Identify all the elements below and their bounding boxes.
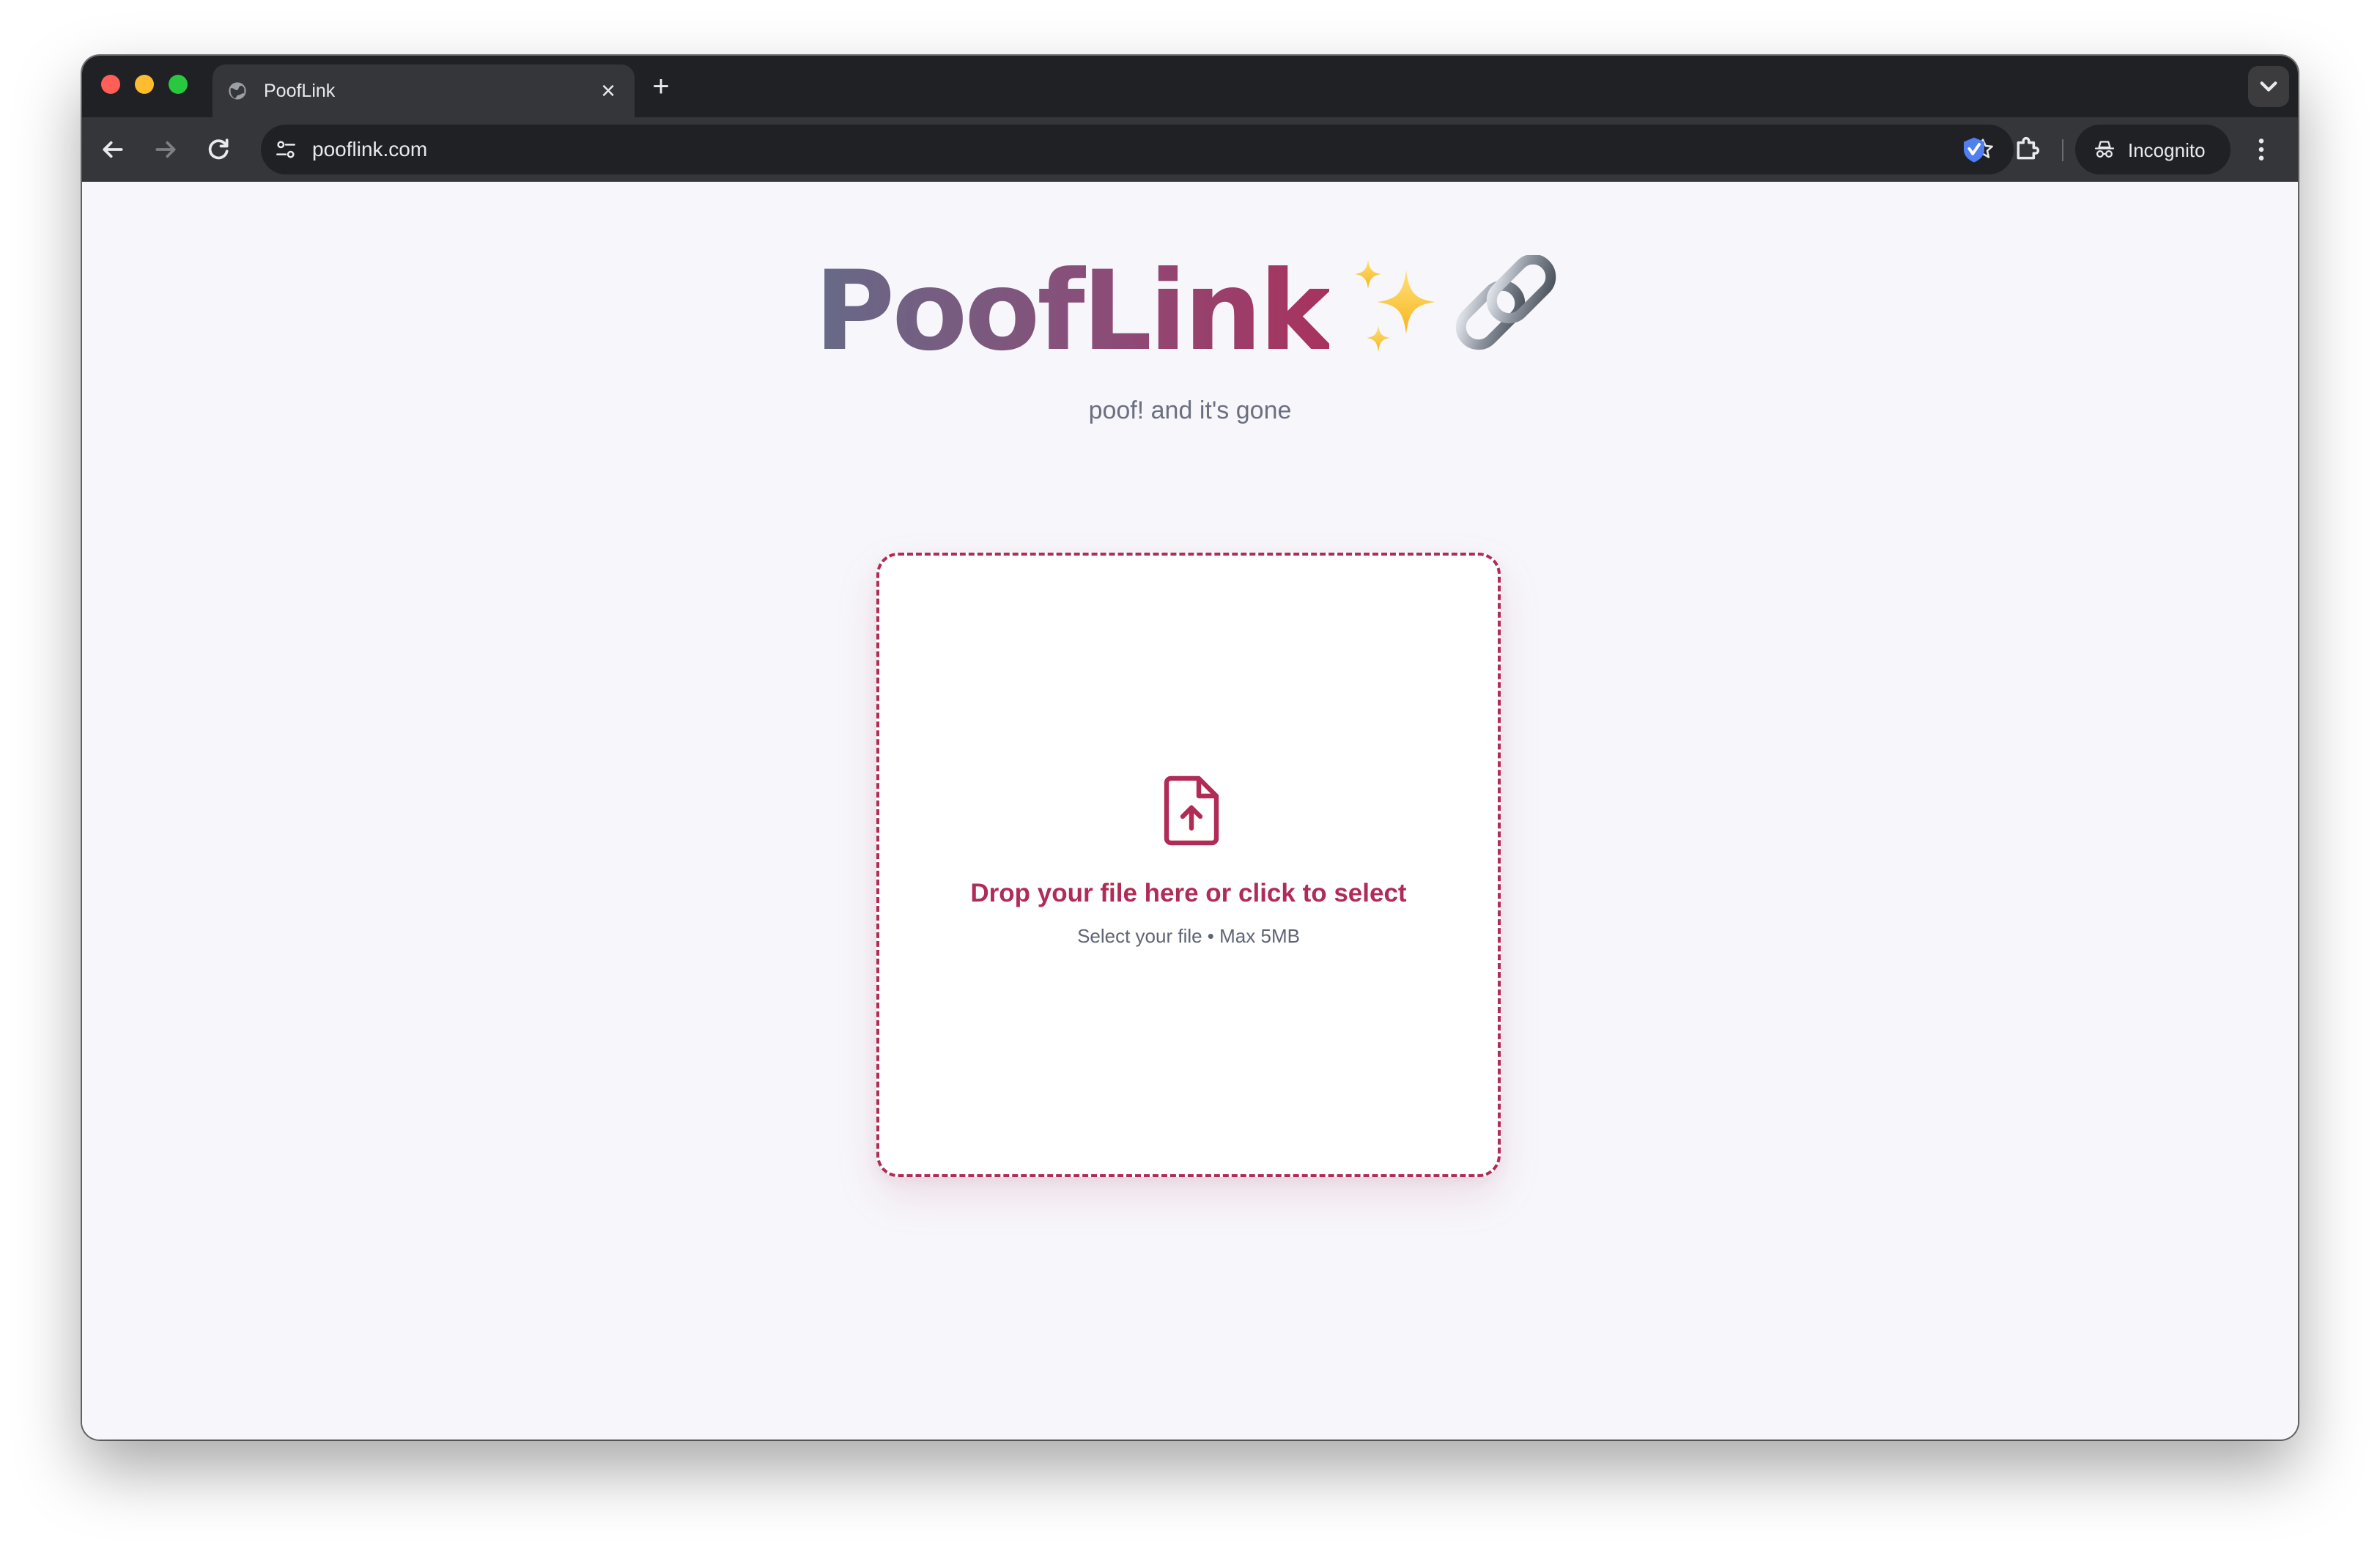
minimize-window-button[interactable] [135,75,154,94]
globe-icon [229,82,246,100]
toolbar-separator [2062,139,2063,161]
puzzle-icon [2017,136,2040,160]
tab-strip: PoofLink × + [82,56,2298,117]
incognito-profile-button[interactable]: Incognito [2075,125,2231,174]
address-bar[interactable]: pooflink.com [261,125,2014,174]
browser-toolbar: pooflink.com Incognito [82,117,2298,182]
app-tagline: poof! and it's gone [1088,397,1292,424]
page-content: PoofLink poof! and it's gone Drop your f… [82,182,2298,1440]
file-dropzone[interactable]: Drop your file here or click to select S… [876,553,1501,1177]
brand-row: PoofLink [814,249,1565,374]
file-upload-icon [1164,775,1219,846]
incognito-label: Incognito [2128,139,2206,161]
tab-close-icon[interactable]: × [592,75,624,107]
back-button[interactable] [92,129,133,170]
forward-button[interactable] [145,129,186,170]
sparkles-link-icon [1354,255,1556,352]
browser-menu-button[interactable] [2241,129,2282,170]
back-arrow-icon [103,141,123,158]
address-url[interactable]: pooflink.com [312,136,427,163]
browser-window: PoofLink × + pooflink.com Incognito Poof… [82,56,2298,1440]
maximize-window-button[interactable] [169,75,188,94]
incognito-icon [2094,141,2115,158]
browser-tab[interactable]: PoofLink × [212,64,635,117]
tab-title: PoofLink [264,81,336,101]
close-window-button[interactable] [101,75,120,94]
reload-button[interactable] [198,129,239,170]
chevron-down-icon [2260,81,2277,92]
dropzone-title: Drop your file here or click to select [970,879,1407,907]
forward-arrow-icon [155,141,176,158]
site-settings-icon[interactable] [271,135,300,164]
app-title: PoofLink [814,248,1332,375]
new-tab-button[interactable]: + [643,69,679,104]
kebab-menu-icon [2258,139,2264,161]
extensions-menu-button[interactable] [2006,129,2047,170]
tab-search-button[interactable] [2248,66,2289,107]
brand-header: PoofLink [82,249,2298,374]
extension-icon [1964,137,1984,163]
extension-button[interactable] [1954,129,1995,170]
reload-icon [208,139,229,160]
dropzone-subtitle: Select your file • Max 5MB [1077,925,1300,947]
